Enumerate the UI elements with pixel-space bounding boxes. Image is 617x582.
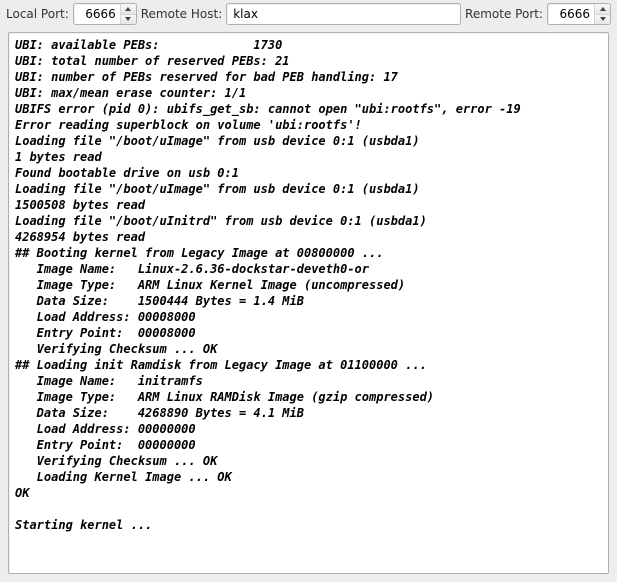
chevron-up-icon (125, 7, 131, 11)
remote-port-label: Remote Port: (465, 7, 543, 21)
chevron-down-icon (600, 17, 606, 21)
local-port-label: Local Port: (6, 7, 69, 21)
chevron-up-icon (600, 7, 606, 11)
chevron-down-icon (125, 17, 131, 21)
remote-port-down-button[interactable] (595, 15, 610, 25)
local-port-up-button[interactable] (121, 4, 136, 15)
remote-host-label: Remote Host: (141, 7, 222, 21)
connection-toolbar: Local Port: Remote Host: Remote Port: (0, 0, 617, 28)
remote-host-field[interactable] (226, 3, 461, 25)
remote-port-input[interactable] (554, 4, 594, 24)
remote-port-spinner[interactable] (547, 3, 611, 25)
local-port-input[interactable] (80, 4, 120, 24)
local-port-spinner[interactable] (73, 3, 137, 25)
remote-port-up-button[interactable] (595, 4, 610, 15)
terminal-output[interactable]: UBI: available PEBs: 1730 UBI: total num… (9, 33, 608, 573)
remote-port-stepper (594, 4, 610, 24)
local-port-stepper (120, 4, 136, 24)
remote-host-input[interactable] (233, 7, 454, 21)
terminal-panel: UBI: available PEBs: 1730 UBI: total num… (8, 32, 609, 574)
local-port-down-button[interactable] (121, 15, 136, 25)
